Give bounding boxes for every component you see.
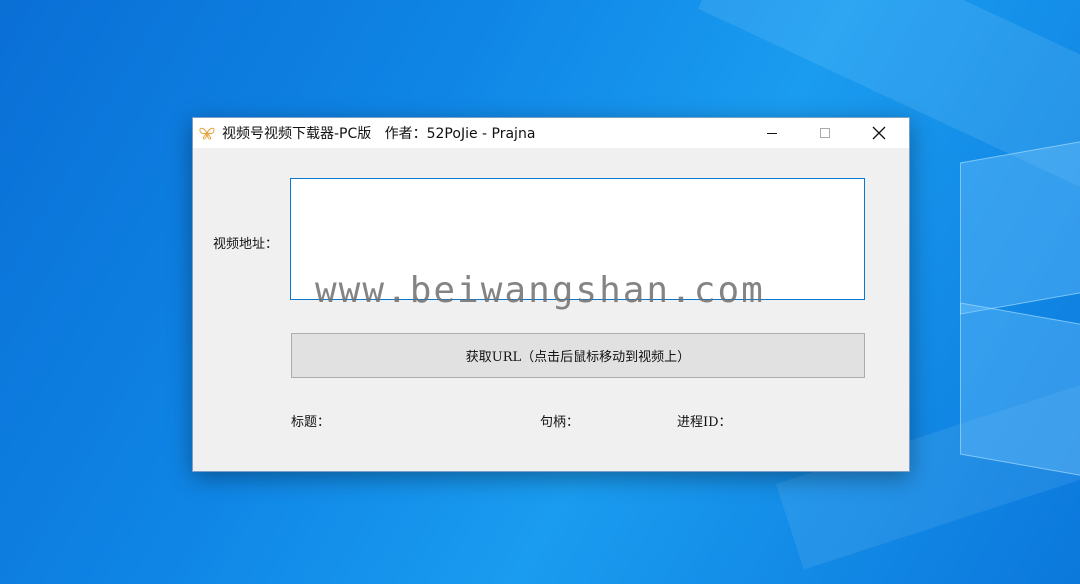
butterfly-icon [197, 124, 217, 142]
title-label: 标题： [291, 415, 331, 430]
handle-label: 句柄： [540, 415, 580, 430]
url-input[interactable] [290, 178, 865, 300]
window-title: 视频号视频下载器-PC版 作者：52PoJie - Prajna [222, 126, 536, 142]
minimize-icon[interactable] [749, 118, 795, 148]
windows-logo-pane [960, 137, 1080, 315]
pid-label: 进程ID： [677, 415, 732, 430]
close-icon[interactable] [856, 118, 902, 148]
title-bar[interactable]: 视频号视频下载器-PC版 作者：52PoJie - Prajna [193, 118, 909, 148]
get-url-button[interactable]: 获取URL（点击后鼠标移动到视频上） [291, 333, 865, 378]
url-label: 视频地址： [213, 237, 279, 252]
maximize-icon[interactable] [802, 118, 848, 148]
app-window: 视频号视频下载器-PC版 作者：52PoJie - Prajna 视频地址： 获… [192, 117, 910, 472]
windows-logo [900, 130, 1080, 490]
windows-logo-pane [960, 302, 1080, 480]
